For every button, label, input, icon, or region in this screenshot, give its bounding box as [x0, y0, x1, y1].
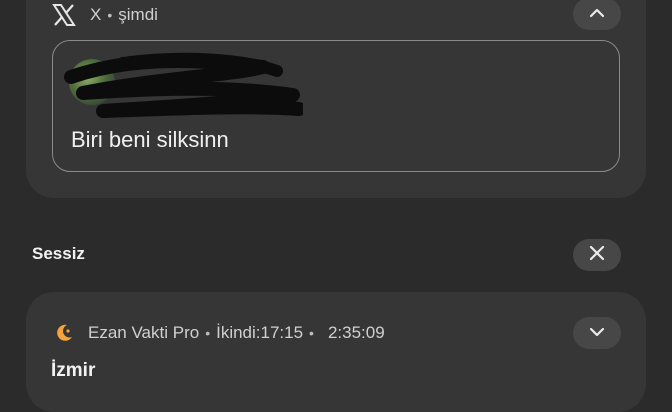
collapse-button[interactable] — [573, 0, 621, 30]
prayer-app-name: Ezan Vakti Pro — [88, 323, 200, 342]
crescent-moon-icon — [54, 323, 74, 343]
clear-silent-button[interactable] — [573, 239, 621, 271]
prayer-header-separator-1: • — [205, 325, 211, 341]
prayer-time: İkindi:17:15 — [216, 323, 304, 342]
redacted-username — [63, 49, 306, 121]
prayer-header-separator-2: • — [309, 325, 314, 341]
close-icon — [589, 245, 605, 266]
x-notification-time: şimdi — [118, 5, 158, 24]
quoted-tweet[interactable]: Biri beni silksinn — [52, 40, 620, 172]
x-header-separator: • — [107, 7, 113, 23]
chevron-up-icon — [589, 5, 605, 23]
x-notification-header: X • şimdi — [52, 4, 158, 26]
prayer-notification-header: Ezan Vakti Pro • İkindi:17:15 • 2:35:09 — [54, 323, 385, 343]
silent-section-label: Sessiz — [32, 244, 85, 263]
expand-button[interactable] — [573, 317, 621, 349]
tweet-text: Biri beni silksinn — [71, 127, 229, 152]
x-app-name: X — [90, 5, 102, 24]
x-logo-icon — [52, 4, 76, 26]
prayer-notification-card[interactable] — [26, 292, 646, 412]
chevron-down-icon — [589, 324, 605, 342]
prayer-city: İzmir — [51, 360, 96, 381]
prayer-countdown: 2:35:09 — [327, 323, 385, 342]
